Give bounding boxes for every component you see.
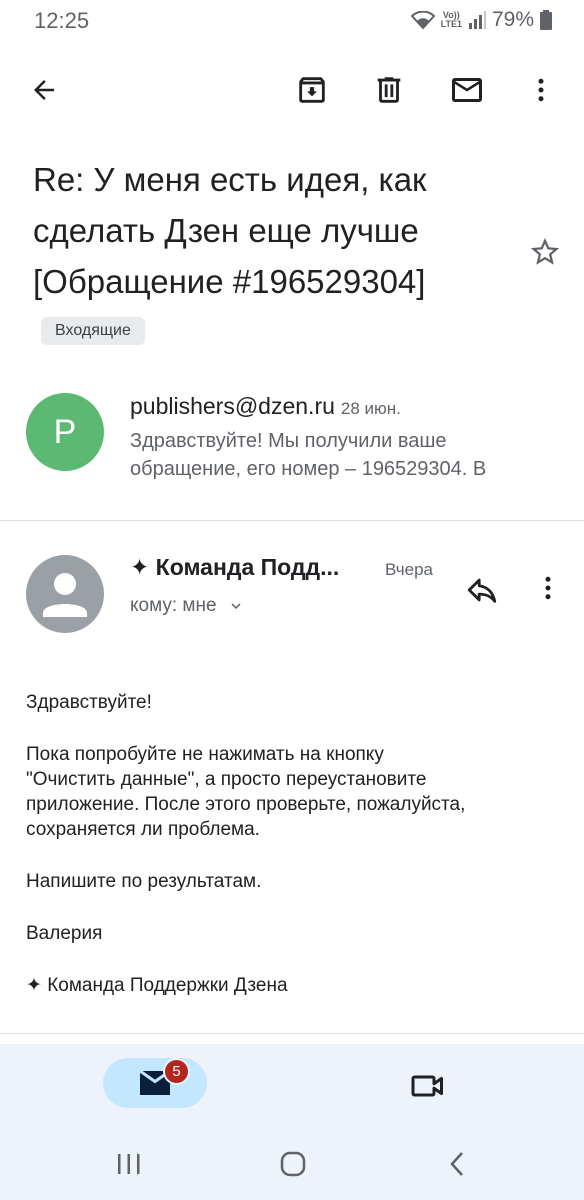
mark-unread-button[interactable] [447,70,487,110]
mail-icon [452,78,482,102]
body-signature: ✦ Команда Поддержки Дзена [26,975,288,996]
avatar: P [26,393,104,471]
archive-icon [299,77,325,103]
reply-icon [467,578,497,603]
home-icon [280,1151,306,1177]
message-snippet: Здравствуйте! Мы получили ваше обращение… [130,430,487,480]
status-icons: Vo)) LTE1 79% [410,8,552,32]
signal-icon [468,11,486,29]
message-date: 28 июн. [340,399,401,418]
network-label: Vo)) LTE1 [440,10,462,29]
body-paragraph: Пока попробуйте не нажимать на кнопку "О… [26,744,466,840]
video-camera-icon [411,1075,443,1097]
chevron-left-icon [450,1152,463,1176]
back-button[interactable] [24,70,64,110]
message-date: Вчера [385,560,433,579]
email-subject: Re: У меня есть идея, как сделать Дзен е… [33,154,493,358]
body-paragraph: Напишите по результатам. [26,871,262,892]
person-icon [43,573,87,617]
status-bar: 12:25 Vo)) LTE1 79% [0,0,584,44]
recent-apps-icon [118,1154,140,1174]
system-back-button[interactable] [436,1142,480,1186]
sender-line: publishers@dzen.ru 28 июн. [130,393,401,420]
home-button[interactable] [271,1142,315,1186]
trash-icon [377,77,401,103]
star-button[interactable] [525,232,565,272]
more-vert-icon [545,576,551,600]
nav-mail-tab[interactable]: 5 [103,1058,207,1108]
nav-meet-tab[interactable] [408,1066,448,1106]
battery-icon [540,10,552,30]
battery-percent: 79% [491,8,534,31]
bottom-navigation: 5 [0,1044,584,1128]
archive-button[interactable] [292,70,332,110]
message-more-button[interactable] [528,568,568,608]
arrow-left-icon [34,80,54,100]
recent-apps-button[interactable] [107,1142,151,1186]
status-time: 12:25 [34,8,90,33]
body-signoff-name: Валерия [26,923,103,944]
wifi-icon [410,11,435,29]
inbox-label-chip[interactable]: Входящие [41,317,145,346]
reply-button[interactable] [460,568,504,612]
subject-text: Re: У меня есть идея, как сделать Дзен е… [33,161,427,300]
delete-button[interactable] [369,70,409,110]
more-button[interactable] [521,70,561,110]
chevron-down-icon [231,603,241,609]
more-vert-icon [538,78,544,102]
avatar-letter: P [53,412,77,451]
sender-name: ✦ Команда Подд... [130,554,340,580]
recipient-text: кому: мне [130,595,217,616]
system-navigation [0,1128,584,1200]
recipient-details-toggle[interactable]: кому: мне [130,595,245,617]
unread-count-badge: 5 [163,1058,190,1085]
star-outline-icon [530,237,560,265]
toolbar [0,62,584,118]
message-body: Здравствуйте! Пока попробуйте не нажимат… [26,690,566,1025]
body-greeting: Здравствуйте! [26,692,152,713]
avatar [26,555,104,633]
divider [0,1033,584,1034]
divider [0,520,584,521]
sender-email: publishers@dzen.ru [130,393,335,419]
